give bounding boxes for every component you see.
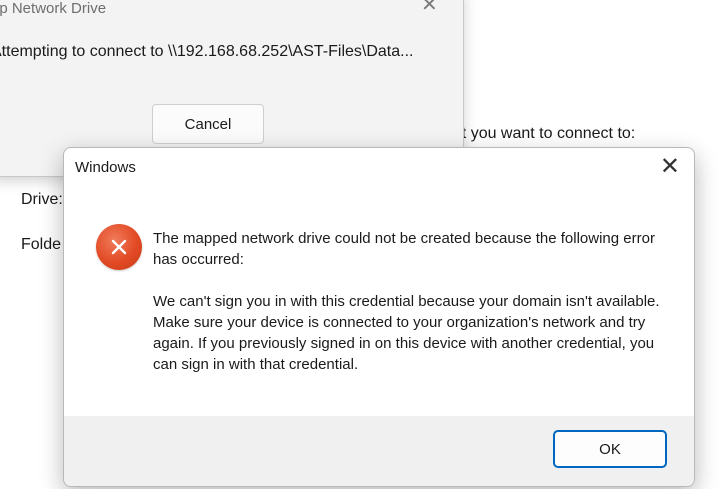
close-icon[interactable]: ✕ [421,0,438,15]
dialog-title: ap Network Drive [0,0,107,17]
ok-button[interactable]: OK [554,431,666,467]
dialog-titlebar[interactable]: Windows ✕ [64,148,694,188]
connection-status-text: Attempting to connect to \\192.168.68.25… [0,43,414,60]
error-icon [96,224,142,270]
drive-label: Drive: [21,191,63,208]
dialog-footer: OK [64,416,694,486]
error-dialog: Windows ✕ The mapped network drive could… [63,147,695,487]
instruction-text: hat you want to connect to: [444,125,636,142]
error-message: The mapped network drive could not be cr… [153,228,673,375]
folder-label: Folde [21,236,62,253]
error-summary: The mapped network drive could not be cr… [153,230,655,268]
dialog-title: Windows [75,159,136,176]
error-details: We can't sign you in with this credentia… [153,293,660,373]
close-icon[interactable]: ✕ [660,154,680,180]
cancel-button[interactable]: Cancel [152,104,264,144]
